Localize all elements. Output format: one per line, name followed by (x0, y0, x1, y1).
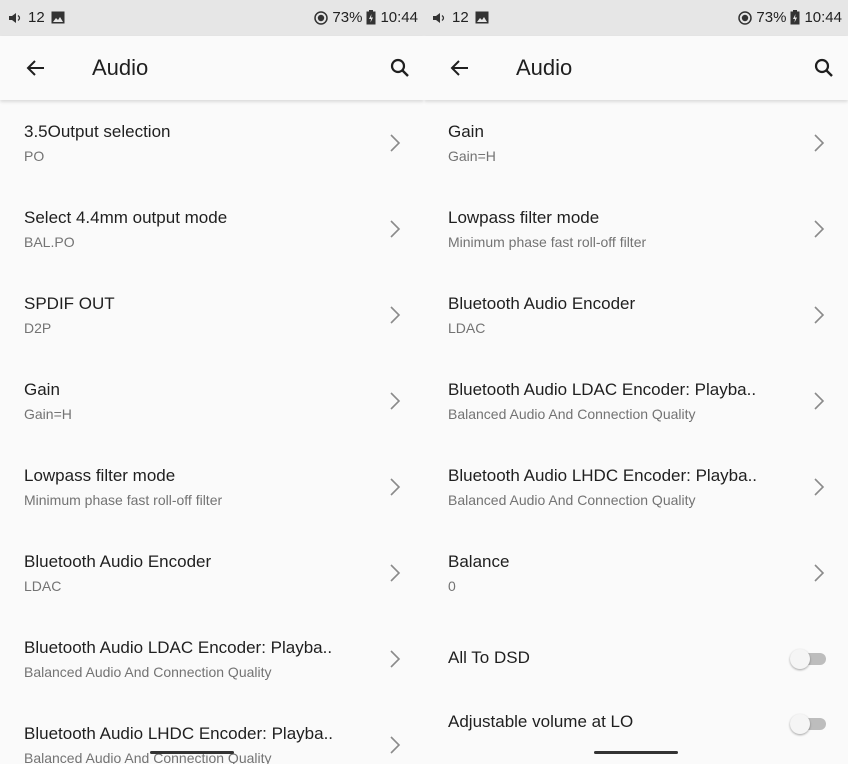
left-screen: 12 73% 10:44 Audio 3.5Output selection P… (0, 0, 424, 764)
battery-charging-icon (790, 10, 800, 25)
setting-value: Gain=H (24, 406, 72, 422)
all-to-dsd-toggle[interactable] (790, 649, 828, 669)
setting-title: Gain (448, 122, 484, 141)
switch-item-all-to-dsd[interactable]: All To DSD (424, 616, 848, 702)
setting-value: Balanced Audio And Connection Quality (24, 664, 272, 680)
chevron-right-icon (814, 392, 825, 410)
adjustable-volume-toggle[interactable] (790, 714, 828, 734)
setting-value: Balanced Audio And Connection Quality (448, 492, 696, 508)
setting-item[interactable]: Bluetooth Audio LHDC Encoder: Playba.. B… (0, 702, 424, 764)
setting-item[interactable]: Gain Gain=H (0, 358, 424, 444)
battery-percent: 73% (332, 9, 363, 26)
setting-value: Gain=H (448, 148, 496, 164)
setting-value: PO (24, 148, 45, 164)
record-icon (738, 10, 753, 25)
image-notification-icon (51, 11, 65, 24)
settings-list: Gain Gain=H Lowpass filter mode Minimum … (424, 100, 848, 764)
page-title: Audio (92, 55, 149, 80)
setting-value: LDAC (448, 320, 486, 336)
settings-list: 3.5Output selection PO Select 4.4mm outp… (0, 100, 424, 764)
setting-item[interactable]: Bluetooth Audio LDAC Encoder: Playba.. B… (424, 358, 848, 444)
volume-icon (433, 12, 445, 23)
setting-value: LDAC (24, 578, 62, 594)
setting-value: BAL.PO (24, 234, 75, 250)
setting-value: 0 (448, 578, 456, 594)
setting-item[interactable]: Bluetooth Audio Encoder LDAC (0, 530, 424, 616)
chevron-right-icon (814, 306, 825, 324)
chevron-right-icon (814, 134, 825, 152)
setting-item[interactable]: Bluetooth Audio LHDC Encoder: Playba.. B… (424, 444, 848, 530)
setting-value: Minimum phase fast roll-off filter (24, 492, 223, 508)
back-arrow-icon[interactable] (448, 56, 472, 80)
chevron-right-icon (814, 564, 825, 582)
battery-percent: 73% (756, 9, 787, 26)
clock: 10:44 (380, 9, 418, 26)
volume-icon (9, 12, 21, 23)
setting-item[interactable]: Lowpass filter mode Minimum phase fast r… (424, 186, 848, 272)
chevron-right-icon (390, 392, 401, 410)
app-bar: Audio (424, 36, 848, 100)
setting-item[interactable]: SPDIF OUT D2P (0, 272, 424, 358)
setting-value: Minimum phase fast roll-off filter (448, 234, 647, 250)
toggle-thumb (790, 649, 810, 669)
setting-item[interactable]: Bluetooth Audio LDAC Encoder: Playba.. B… (0, 616, 424, 702)
setting-title: Bluetooth Audio Encoder (24, 552, 212, 571)
page-title: Audio (516, 55, 573, 80)
volume-level: 12 (28, 9, 45, 26)
setting-item[interactable]: Balance 0 (424, 530, 848, 616)
setting-item[interactable]: Bluetooth Audio Encoder LDAC (424, 272, 848, 358)
search-icon[interactable] (812, 56, 836, 80)
chevron-right-icon (390, 650, 401, 668)
image-notification-icon (475, 11, 489, 24)
chevron-right-icon (390, 478, 401, 496)
setting-title: Balance (448, 552, 510, 571)
chevron-right-icon (814, 478, 825, 496)
setting-title: Bluetooth Audio Encoder (448, 294, 636, 313)
setting-item[interactable]: Gain Gain=H (424, 100, 848, 186)
setting-item[interactable]: 3.5Output selection PO (0, 100, 424, 186)
back-arrow-icon[interactable] (24, 56, 48, 80)
setting-title: Gain (24, 380, 60, 399)
search-icon[interactable] (388, 56, 412, 80)
setting-title: 3.5Output selection (24, 122, 171, 141)
setting-title: Adjustable volume at LO (448, 712, 634, 731)
status-bar: 12 73% 10:44 (424, 0, 848, 36)
app-bar: Audio (0, 36, 424, 100)
setting-title: Bluetooth Audio LDAC Encoder: Playba.. (448, 380, 757, 399)
setting-title: Bluetooth Audio LDAC Encoder: Playba.. (24, 638, 333, 657)
gesture-nav-bar[interactable] (594, 751, 678, 754)
chevron-right-icon (814, 220, 825, 238)
setting-title: Bluetooth Audio LHDC Encoder: Playba.. (448, 466, 758, 485)
setting-title: SPDIF OUT (24, 294, 115, 313)
switch-item-adjustable-volume[interactable]: Adjustable volume at LO (424, 702, 848, 764)
clock: 10:44 (804, 9, 842, 26)
toggle-thumb (790, 714, 810, 734)
screenshot-pair: 12 73% 10:44 Audio 3.5Output selection P… (0, 0, 848, 764)
chevron-right-icon (390, 306, 401, 324)
record-icon (314, 10, 329, 25)
setting-title: Lowpass filter mode (24, 466, 176, 485)
chevron-right-icon (390, 736, 401, 754)
setting-title: Bluetooth Audio LHDC Encoder: Playba.. (24, 724, 334, 743)
status-bar: 12 73% 10:44 (0, 0, 424, 36)
chevron-right-icon (390, 134, 401, 152)
setting-item[interactable]: Select 4.4mm output mode BAL.PO (0, 186, 424, 272)
volume-level: 12 (452, 9, 469, 26)
setting-title: All To DSD (448, 648, 530, 667)
setting-item[interactable]: Lowpass filter mode Minimum phase fast r… (0, 444, 424, 530)
setting-value: Balanced Audio And Connection Quality (448, 406, 696, 422)
chevron-right-icon (390, 220, 401, 238)
gesture-nav-bar[interactable] (150, 751, 234, 754)
setting-value: D2P (24, 320, 52, 336)
setting-title: Lowpass filter mode (448, 208, 600, 227)
chevron-right-icon (390, 564, 401, 582)
setting-title: Select 4.4mm output mode (24, 208, 228, 227)
battery-charging-icon (366, 10, 376, 25)
right-screen: 12 73% 10:44 Audio Gain Gain=H Lowpass f… (424, 0, 848, 764)
